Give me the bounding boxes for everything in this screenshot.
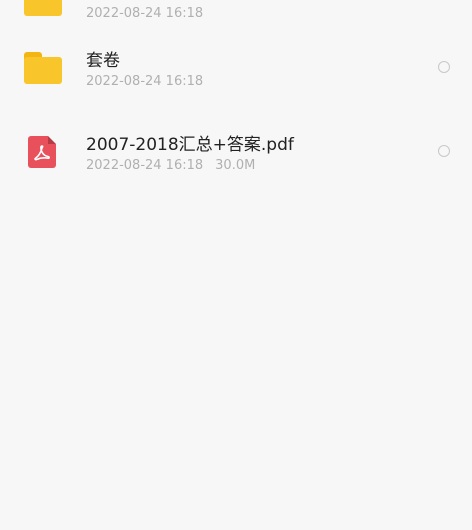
pdf-file-icon <box>28 136 56 168</box>
file-size: 30.0M <box>215 158 256 173</box>
file-date: 2022-08-24 16:18 <box>86 6 204 21</box>
list-item-folder[interactable]: 套卷 2022-08-24 16:18 <box>0 26 472 110</box>
file-meta: 2022-08-24 16:18 <box>86 74 203 89</box>
file-date: 2022-08-24 16:18 <box>86 158 204 173</box>
select-radio[interactable] <box>438 61 450 73</box>
folder-icon <box>24 52 62 84</box>
file-date: 2022-08-24 16:18 <box>86 74 204 89</box>
file-list: 2022-08-24 16:18 套卷 2022-08-24 16:18 200… <box>0 0 472 530</box>
file-meta: 2022-08-24 16:18 <box>86 6 203 21</box>
file-name: 套卷 <box>86 51 120 71</box>
select-radio[interactable] <box>438 145 450 157</box>
file-name: 2007-2018汇总+答案.pdf <box>86 135 294 155</box>
folder-icon <box>24 0 62 16</box>
file-meta: 2022-08-24 16:18 30.0M <box>86 158 255 173</box>
list-item-pdf[interactable]: 2007-2018汇总+答案.pdf 2022-08-24 16:18 30.0M <box>0 110 472 194</box>
